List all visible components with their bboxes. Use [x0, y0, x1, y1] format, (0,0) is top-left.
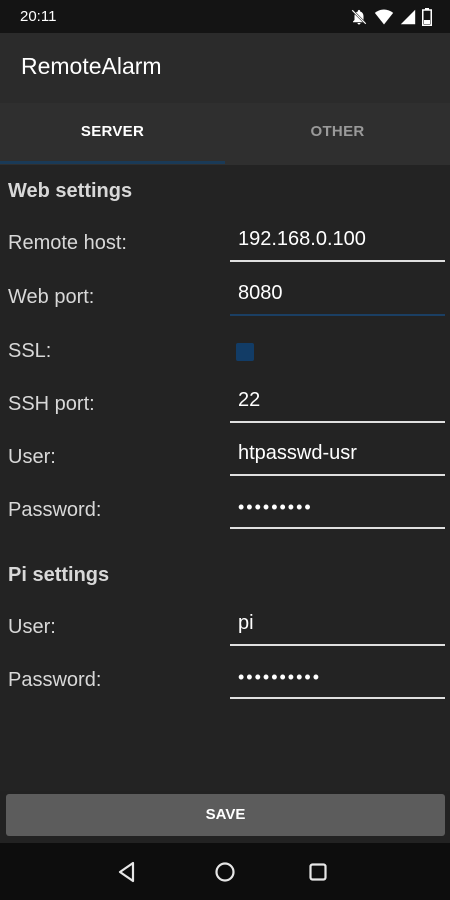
signal-icon	[400, 9, 416, 25]
pi-settings-title: Pi settings	[8, 564, 110, 586]
web-port-label: Web port:	[8, 286, 95, 308]
web-password-label: Password:	[8, 499, 102, 521]
web-password-value: •••••••••	[238, 497, 313, 517]
remote-host-value: 192.168.0.100	[238, 228, 366, 250]
notifications-off-icon	[351, 9, 367, 25]
web-port-value: 8080	[238, 282, 283, 304]
remote-host-label: Remote host:	[8, 232, 127, 254]
web-settings-title: Web settings	[8, 180, 133, 202]
ssh-port-label: SSH port:	[8, 393, 95, 415]
battery-icon	[422, 8, 432, 26]
web-user-input[interactable]: htpasswd-usr	[230, 440, 445, 476]
ssh-port-value: 22	[238, 389, 261, 411]
pi-password-value: ••••••••••	[238, 667, 322, 687]
ssl-checkbox[interactable]	[236, 343, 254, 361]
save-button[interactable]: SAVE	[6, 794, 445, 836]
pi-password-label: Password:	[8, 669, 102, 691]
web-user-value: htpasswd-usr	[238, 442, 357, 464]
remote-host-input[interactable]: 192.168.0.100	[230, 226, 445, 262]
tab-other[interactable]: OTHER	[225, 103, 450, 165]
recents-icon[interactable]	[305, 859, 331, 885]
tab-bar: SERVER OTHER	[0, 103, 450, 165]
pi-user-input[interactable]: pi	[230, 610, 445, 646]
web-port-input[interactable]: 8080	[230, 280, 445, 316]
pi-user-value: pi	[238, 612, 254, 634]
status-time: 20:11	[20, 8, 57, 25]
web-user-label: User:	[8, 446, 56, 468]
web-password-input[interactable]: •••••••••	[230, 493, 445, 529]
home-icon[interactable]	[212, 859, 238, 885]
pi-user-label: User:	[8, 616, 56, 638]
wifi-icon	[374, 9, 394, 25]
status-bar: 20:11	[0, 0, 450, 33]
ssh-port-input[interactable]: 22	[230, 387, 445, 423]
app-title: RemoteAlarm	[21, 53, 162, 79]
navigation-bar	[0, 843, 450, 900]
status-icons	[350, 7, 432, 27]
tab-server[interactable]: SERVER	[0, 103, 225, 165]
ssl-label: SSL:	[8, 340, 52, 362]
tab-indicator	[0, 161, 225, 164]
pi-password-input[interactable]: ••••••••••	[230, 663, 445, 699]
app-bar: RemoteAlarm	[0, 33, 450, 103]
back-icon[interactable]	[114, 859, 140, 885]
